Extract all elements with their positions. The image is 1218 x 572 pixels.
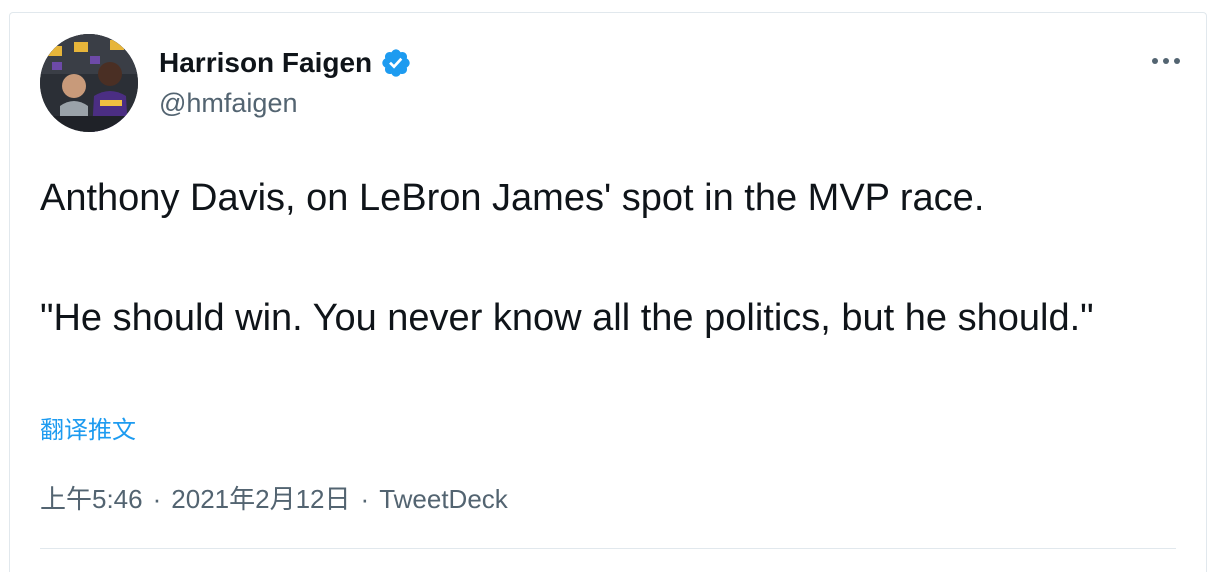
author-avatar[interactable] xyxy=(40,34,138,132)
more-options-button[interactable] xyxy=(1146,43,1186,79)
tweet-date[interactable]: 2021年2月12日 xyxy=(171,482,350,516)
meta-separator: · xyxy=(360,484,370,514)
divider xyxy=(40,548,1176,549)
author-display-name[interactable]: Harrison Faigen xyxy=(159,46,372,80)
meta-separator: · xyxy=(152,484,162,514)
verified-badge-icon xyxy=(380,47,412,79)
avatar-photo-icon xyxy=(40,34,138,132)
tweet-text: Anthony Davis, on LeBron James' spot in … xyxy=(40,177,1094,339)
tweet-meta: 上午5:46 · 2021年2月12日 · TweetDeck xyxy=(40,482,508,516)
more-horizontal-icon xyxy=(1152,58,1180,64)
tweet-card: Harrison Faigen @hmfaigen Anthony Davis,… xyxy=(9,12,1207,572)
tweet-time[interactable]: 上午5:46 xyxy=(40,482,143,516)
author-handle[interactable]: @hmfaigen xyxy=(159,86,297,120)
author-name-row: Harrison Faigen xyxy=(159,46,412,80)
tweet-source[interactable]: TweetDeck xyxy=(379,482,508,516)
translate-tweet-link[interactable]: 翻译推文 xyxy=(40,415,136,447)
